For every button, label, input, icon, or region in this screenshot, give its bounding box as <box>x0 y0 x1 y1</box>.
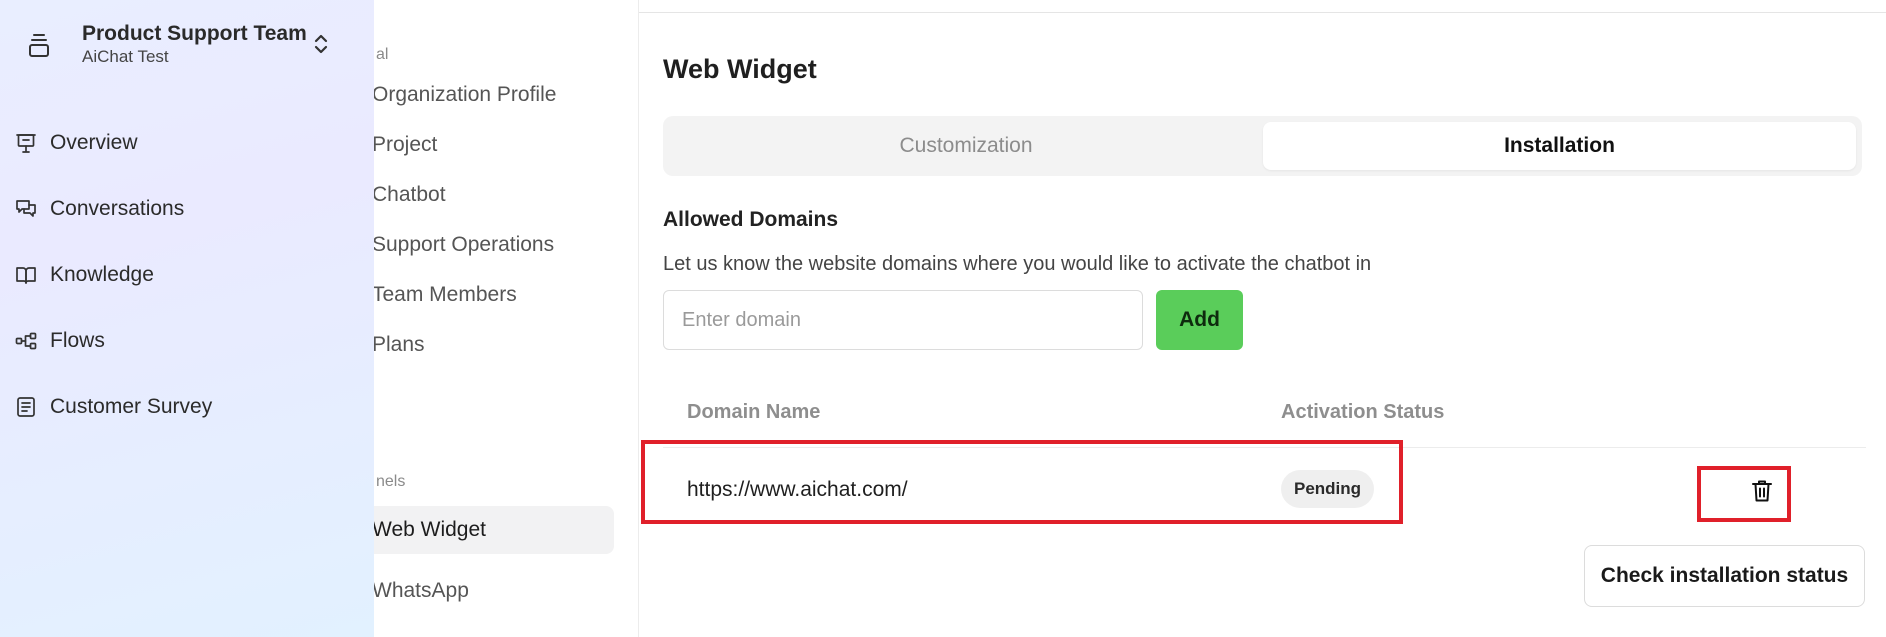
nav-label-customer-survey: Customer Survey <box>50 395 213 418</box>
delete-domain-button[interactable] <box>1743 472 1781 510</box>
trash-icon <box>1752 480 1772 502</box>
tab-installation[interactable]: Installation <box>1263 122 1856 170</box>
sidebar: Product Support Team AiChat Test Overvie… <box>0 0 374 637</box>
nav-item-customer-survey[interactable]: Customer Survey <box>14 374 354 440</box>
nav-label-knowledge: Knowledge <box>50 263 154 286</box>
team-switcher[interactable]: Product Support Team AiChat Test <box>26 22 346 68</box>
nav-label-conversations: Conversations <box>50 197 185 220</box>
nav-label-overview: Overview <box>50 131 138 154</box>
allowed-domains-title: Allowed Domains <box>663 208 839 231</box>
status-badge: Pending <box>1281 470 1375 508</box>
page-title: Web Widget <box>663 54 817 84</box>
domain-name-cell: https://www.aichat.com/ <box>687 478 908 501</box>
main-nav: Overview Conversations Knowledge Flows C… <box>14 110 354 440</box>
check-installation-status-button[interactable]: Check installation status <box>1584 545 1865 607</box>
nav-item-conversations[interactable]: Conversations <box>14 176 354 242</box>
presentation-icon <box>14 131 38 155</box>
column-header-domain-name: Domain Name <box>687 401 821 423</box>
section-label-general: al <box>376 46 389 63</box>
allowed-domains-description: Let us know the website domains where yo… <box>663 253 1372 275</box>
team-subtitle: AiChat Test <box>82 47 169 66</box>
tab-customization[interactable]: Customization <box>669 122 1263 170</box>
column-header-activation-status: Activation Status <box>1281 401 1445 423</box>
domains-table-header: Domain Name Activation Status <box>663 395 1866 448</box>
add-domain-button[interactable]: Add <box>1156 290 1243 350</box>
nav-item-flows[interactable]: Flows <box>14 308 354 374</box>
book-icon <box>14 263 38 287</box>
layers-icon <box>26 30 52 60</box>
flow-icon <box>14 329 38 353</box>
chevron-up-down-icon <box>309 30 333 58</box>
main-content: Web Widget Customization Installation Al… <box>641 0 1886 637</box>
tab-bar: Customization Installation <box>663 116 1862 176</box>
section-label-channels: nels <box>376 473 406 490</box>
domain-input[interactable] <box>663 290 1143 350</box>
chat-bubbles-icon <box>14 197 38 221</box>
nav-item-overview[interactable]: Overview <box>14 110 354 176</box>
table-row: https://www.aichat.com/ Pending <box>663 448 1866 534</box>
survey-icon <box>14 395 38 419</box>
team-name: Product Support Team <box>82 22 307 45</box>
nav-label-flows: Flows <box>50 329 105 352</box>
nav-item-knowledge[interactable]: Knowledge <box>14 242 354 308</box>
